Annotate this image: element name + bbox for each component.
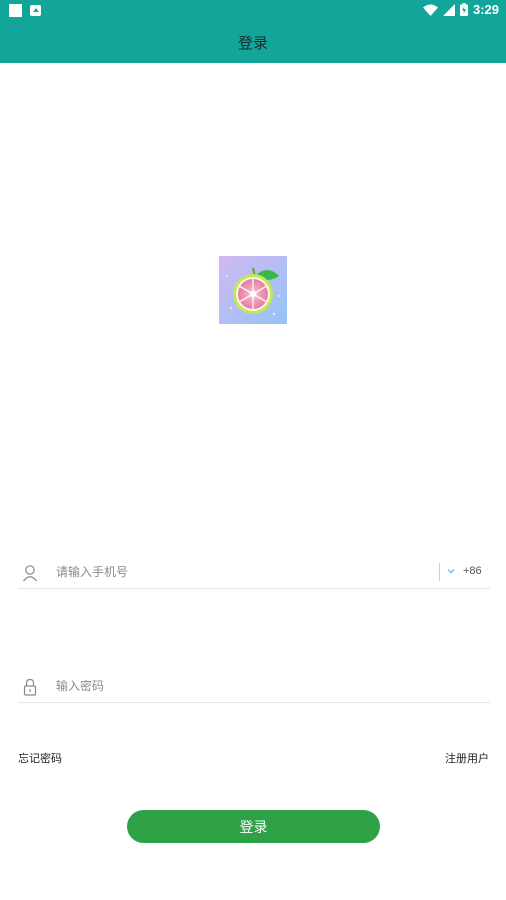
password-field-row (18, 671, 490, 703)
phone-input[interactable] (56, 561, 426, 583)
country-code-select[interactable]: +86 (446, 565, 482, 577)
lock-icon (23, 678, 37, 696)
phone-field-row: +86 (18, 557, 490, 589)
notification-square-icon (9, 4, 22, 17)
cell-signal-icon (442, 3, 455, 16)
forgot-password-link[interactable]: 忘记密码 (18, 750, 62, 766)
user-icon (23, 565, 37, 582)
image-icon (30, 5, 41, 16)
status-time: 3:29 (472, 2, 499, 17)
status-bar: 3:29 (0, 0, 506, 22)
battery-icon (459, 3, 468, 16)
grapefruit-logo-icon (219, 256, 287, 324)
password-input[interactable] (56, 675, 426, 697)
register-link[interactable]: 注册用户 (445, 750, 489, 766)
page-title: 登录 (237, 34, 268, 52)
country-code: +86 (463, 565, 482, 577)
chevron-down-icon (447, 569, 455, 574)
wifi-icon (422, 4, 438, 16)
divider (439, 563, 440, 581)
login-button[interactable]: 登录 (127, 810, 380, 843)
app-bar: 登录 (0, 22, 506, 63)
